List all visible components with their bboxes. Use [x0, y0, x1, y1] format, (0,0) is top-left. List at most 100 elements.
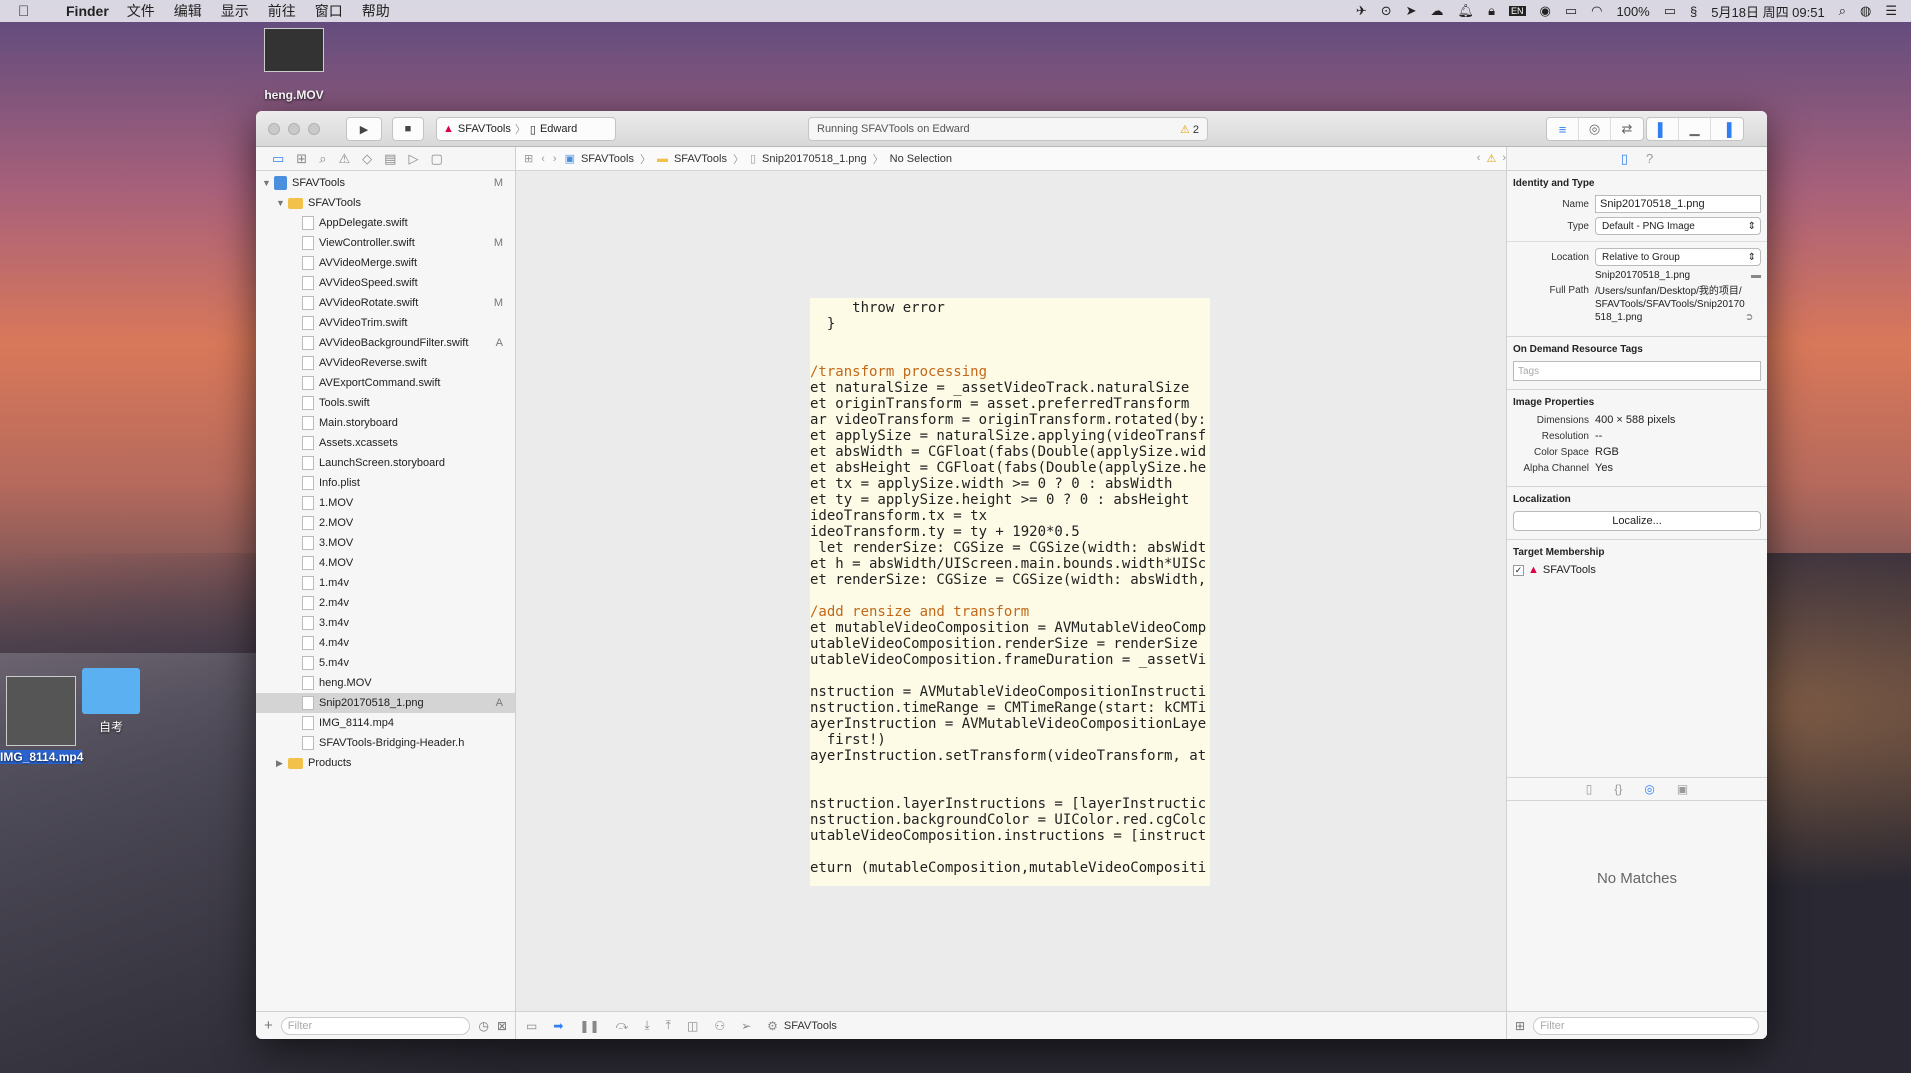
send-icon[interactable]: ➤	[1406, 3, 1417, 19]
clock[interactable]: 5月18日 周四 09:51	[1711, 2, 1824, 21]
version-editor-icon[interactable]: ⇄	[1611, 118, 1643, 140]
reveal-icon[interactable]: ➲	[1745, 311, 1753, 324]
report-icon[interactable]: ▢	[430, 151, 442, 167]
add-icon[interactable]: +	[264, 1017, 273, 1034]
run-button[interactable]: ▶	[346, 117, 382, 141]
navigator-filter-input[interactable]: Filter	[280, 1016, 471, 1035]
pause-icon[interactable]: ❚❚	[579, 1019, 599, 1033]
file-row[interactable]: 1.MOV	[256, 493, 515, 513]
bell-icon[interactable]: 🔔︎	[1458, 3, 1475, 19]
file-row[interactable]: 2.m4v	[256, 593, 515, 613]
wifi-icon[interactable]: ◠	[1591, 3, 1602, 19]
breakpoints-icon[interactable]: ➡	[553, 1019, 563, 1033]
notification-center-icon[interactable]: ☰	[1885, 3, 1897, 19]
siri-icon[interactable]: ◍	[1860, 3, 1871, 19]
recent-icon[interactable]: ◷	[478, 1019, 488, 1033]
step-over-icon[interactable]: ⤼	[616, 1018, 629, 1033]
breadcrumb-item[interactable]: Snip20170518_1.png	[762, 153, 867, 165]
file-template-icon[interactable]: ▯	[1586, 782, 1593, 796]
file-row[interactable]: 2.MOV	[256, 513, 515, 533]
source-control-icon[interactable]: ⊞	[296, 151, 307, 167]
menu-file[interactable]: 文件	[127, 1, 155, 21]
sync-icon[interactable]: ◉	[1540, 3, 1551, 19]
code-snippet-icon[interactable]: {}	[1614, 782, 1622, 796]
file-row[interactable]: AppDelegate.swift	[256, 213, 515, 233]
file-row[interactable]: Main.storyboard	[256, 413, 515, 433]
back-icon[interactable]: ‹	[541, 153, 545, 165]
standard-editor-icon[interactable]: ≡	[1547, 118, 1579, 140]
file-inspector-icon[interactable]: ▯	[1621, 151, 1628, 167]
desktop-folder[interactable]: 自考	[80, 668, 142, 735]
breadcrumb-item[interactable]: SFAVTools	[581, 153, 634, 165]
folder-icon[interactable]: ▭	[272, 151, 284, 167]
target-checkbox[interactable]: ✓	[1513, 564, 1524, 576]
hide-debug-icon[interactable]: ▭	[526, 1019, 537, 1033]
disclosure-closed-icon[interactable]: ▶	[276, 758, 288, 769]
file-row[interactable]: LaunchScreen.storyboard	[256, 453, 515, 473]
memory-graph-icon[interactable]: ⚇	[714, 1019, 725, 1033]
step-in-icon[interactable]: ⤓	[644, 1018, 649, 1033]
step-out-icon[interactable]: ⤒	[666, 1018, 671, 1033]
file-row[interactable]: 1.m4v	[256, 573, 515, 593]
lock-icon[interactable]: 🔒︎	[1488, 3, 1495, 19]
zoom-button[interactable]	[308, 123, 320, 135]
file-row[interactable]: Snip20170518_1.png A	[256, 693, 515, 713]
file-row[interactable]: 5.m4v	[256, 653, 515, 673]
menu-help[interactable]: 帮助	[362, 1, 390, 21]
file-row[interactable]: AVVideoTrim.swift	[256, 313, 515, 333]
desktop-file-img8114[interactable]: IMG_8114.mp4	[0, 676, 83, 764]
related-items-icon[interactable]: ⊞	[524, 152, 533, 165]
file-row[interactable]: SFAVTools-Bridging-Header.h	[256, 733, 515, 753]
file-row[interactable]: ViewController.swift M	[256, 233, 515, 253]
file-row[interactable]: AVExportCommand.swift	[256, 373, 515, 393]
apple-icon[interactable]: 	[18, 3, 44, 20]
location-select[interactable]: Relative to Group ⇕	[1595, 248, 1761, 266]
close-button[interactable]	[268, 123, 280, 135]
file-row[interactable]: 3.m4v	[256, 613, 515, 633]
file-row[interactable]: AVVideoReverse.swift	[256, 353, 515, 373]
assistant-editor-icon[interactable]: ◎	[1579, 118, 1611, 140]
issue-icon[interactable]: ⚠	[338, 151, 350, 167]
file-row[interactable]: Assets.xcassets	[256, 433, 515, 453]
type-select[interactable]: Default - PNG Image ⇕	[1595, 217, 1761, 235]
folder-icon[interactable]: ▬	[1751, 270, 1761, 281]
file-row[interactable]: AVVideoRotate.swift M	[256, 293, 515, 313]
utilities-toggle-icon[interactable]: ▐	[1711, 118, 1743, 140]
test-icon[interactable]: ◇	[362, 151, 372, 167]
menu-go[interactable]: 前往	[268, 1, 296, 21]
warning-badge[interactable]: ⚠ 2	[1180, 123, 1199, 136]
group-row[interactable]: ▼ SFAVTools	[256, 193, 515, 213]
breadcrumb-item[interactable]: SFAVTools	[674, 153, 727, 165]
scm-filter-icon[interactable]: ⊠	[497, 1019, 507, 1033]
warning-icon[interactable]: ⚠	[1486, 152, 1496, 165]
menu-window[interactable]: 窗口	[315, 1, 343, 21]
debug-area-toggle-icon[interactable]: ▁	[1679, 118, 1711, 140]
breadcrumb-item[interactable]: No Selection	[890, 153, 952, 165]
object-library-icon[interactable]: ◎	[1644, 782, 1654, 796]
name-field[interactable]: Snip20170518_1.png	[1595, 195, 1761, 213]
disclosure-open-icon[interactable]: ▼	[262, 178, 274, 188]
disclosure-open-icon[interactable]: ▼	[276, 198, 288, 208]
file-row[interactable]: AVVideoMerge.swift	[256, 253, 515, 273]
menu-view[interactable]: 显示	[221, 1, 249, 21]
airplane-icon[interactable]: ✈	[1356, 3, 1367, 19]
minimize-button[interactable]	[288, 123, 300, 135]
project-row[interactable]: ▼ SFAVTools M	[256, 173, 515, 193]
file-row[interactable]: 4.m4v	[256, 633, 515, 653]
forward-icon[interactable]: ›	[553, 153, 557, 165]
spotlight-icon[interactable]: ⌕	[1839, 3, 1846, 19]
file-row[interactable]: 4.MOV	[256, 553, 515, 573]
stop-button[interactable]: ■	[392, 117, 424, 141]
grid-icon[interactable]: ⊞	[1515, 1019, 1525, 1033]
scheme-selector[interactable]: ▲ SFAVTools 〉 ▯ Edward	[436, 117, 616, 141]
display-icon[interactable]: ▭	[1565, 3, 1577, 19]
file-row[interactable]: heng.MOV	[256, 673, 515, 693]
debug-icon[interactable]: ▤	[384, 151, 396, 167]
prev-issue-icon[interactable]: ‹	[1477, 152, 1481, 165]
products-row[interactable]: ▶ Products	[256, 753, 515, 773]
breakpoint-icon[interactable]: ▷	[408, 151, 418, 167]
search-icon[interactable]: ⌕	[319, 151, 326, 167]
desktop-file-heng[interactable]: heng.MOV	[262, 28, 326, 102]
file-row[interactable]: IMG_8114.mp4	[256, 713, 515, 733]
location-icon[interactable]: ➢	[741, 1019, 751, 1033]
